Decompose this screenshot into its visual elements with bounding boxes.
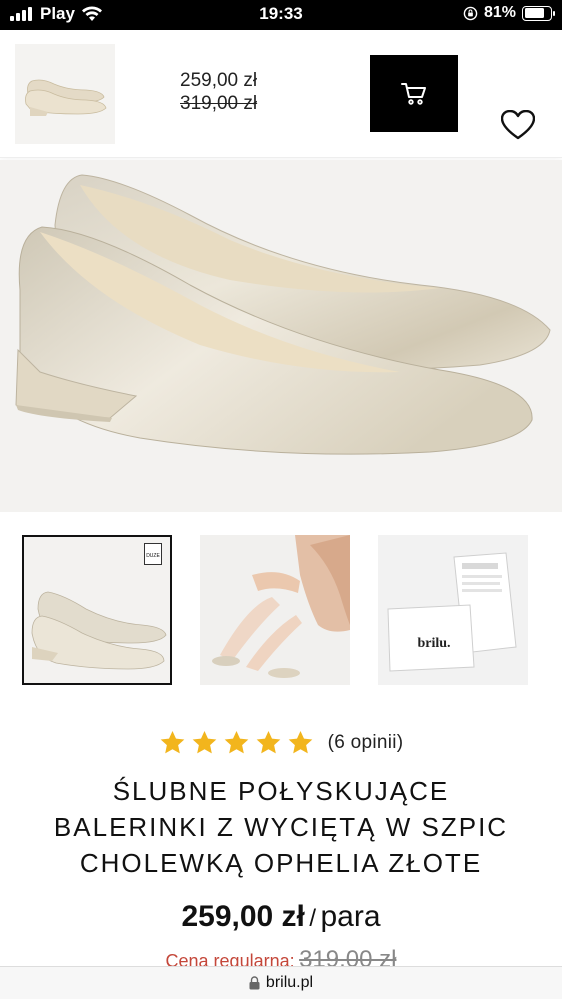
header-product-thumbnail[interactable] bbox=[15, 44, 115, 144]
product-title-line-3: CHOLEWKĄ OPHELIA ZŁOTE bbox=[79, 848, 483, 878]
product-title: ŚLUBNE POŁYSKUJĄCE BALERINKI Z WYCIĘTĄ W… bbox=[20, 773, 542, 881]
product-title-line-2: BALERINKI Z WYCIĘTĄ W SZPIC bbox=[53, 812, 509, 842]
shoe-thumbnail-image bbox=[25, 79, 107, 116]
product-main-image[interactable] bbox=[0, 160, 562, 512]
shoe-pair-image bbox=[15, 174, 551, 455]
lock-icon bbox=[249, 976, 260, 990]
status-bar: Play 19:33 81% bbox=[0, 0, 562, 30]
orientation-lock-icon bbox=[463, 6, 478, 20]
reviews-count-link[interactable]: (6 opinii) bbox=[328, 732, 404, 754]
header-price-current: 259,00 zł bbox=[180, 70, 258, 91]
browser-address-bar[interactable]: brilu.pl bbox=[0, 966, 562, 999]
brilu-packaging-image: brilu. bbox=[387, 552, 517, 672]
product-price: 259,00 zł / para bbox=[0, 900, 562, 934]
product-rating[interactable]: (6 opinii) bbox=[0, 730, 562, 756]
brilu-logo: brilu. bbox=[417, 636, 450, 651]
battery-icon bbox=[522, 5, 555, 21]
star-icon bbox=[288, 730, 312, 754]
gallery-thumbnail-3[interactable]: brilu. bbox=[378, 535, 528, 685]
heart-icon bbox=[501, 110, 535, 140]
star-icon bbox=[192, 730, 216, 754]
size-badge: DUZE bbox=[144, 543, 162, 565]
battery-percent: 81% bbox=[483, 4, 516, 21]
star-icon bbox=[256, 730, 280, 754]
cart-icon bbox=[401, 82, 426, 105]
model-wearing-shoes-image bbox=[212, 535, 350, 678]
price-amount: 259,00 zł bbox=[181, 900, 305, 933]
header-price-old: 319,00 zł bbox=[180, 93, 258, 114]
sticky-product-header: 259,00 zł 319,00 zł bbox=[0, 30, 562, 158]
price-separator: / bbox=[309, 905, 317, 932]
url-text: brilu.pl bbox=[265, 974, 314, 991]
wishlist-button[interactable] bbox=[498, 105, 538, 145]
star-icon bbox=[224, 730, 248, 754]
gallery-thumbnail-2[interactable] bbox=[200, 535, 350, 685]
product-title-line-1: ŚLUBNE POŁYSKUJĄCE bbox=[112, 776, 450, 806]
star-icon bbox=[160, 730, 184, 754]
gallery-thumbnail-1[interactable]: DUZE bbox=[22, 535, 172, 685]
status-right: 81% bbox=[463, 4, 555, 22]
battery-fill bbox=[524, 8, 544, 18]
header-price: 259,00 zł 319,00 zł bbox=[180, 70, 257, 115]
price-unit: para bbox=[320, 900, 381, 933]
add-to-cart-button[interactable] bbox=[370, 55, 458, 132]
rating-stars bbox=[159, 730, 314, 756]
